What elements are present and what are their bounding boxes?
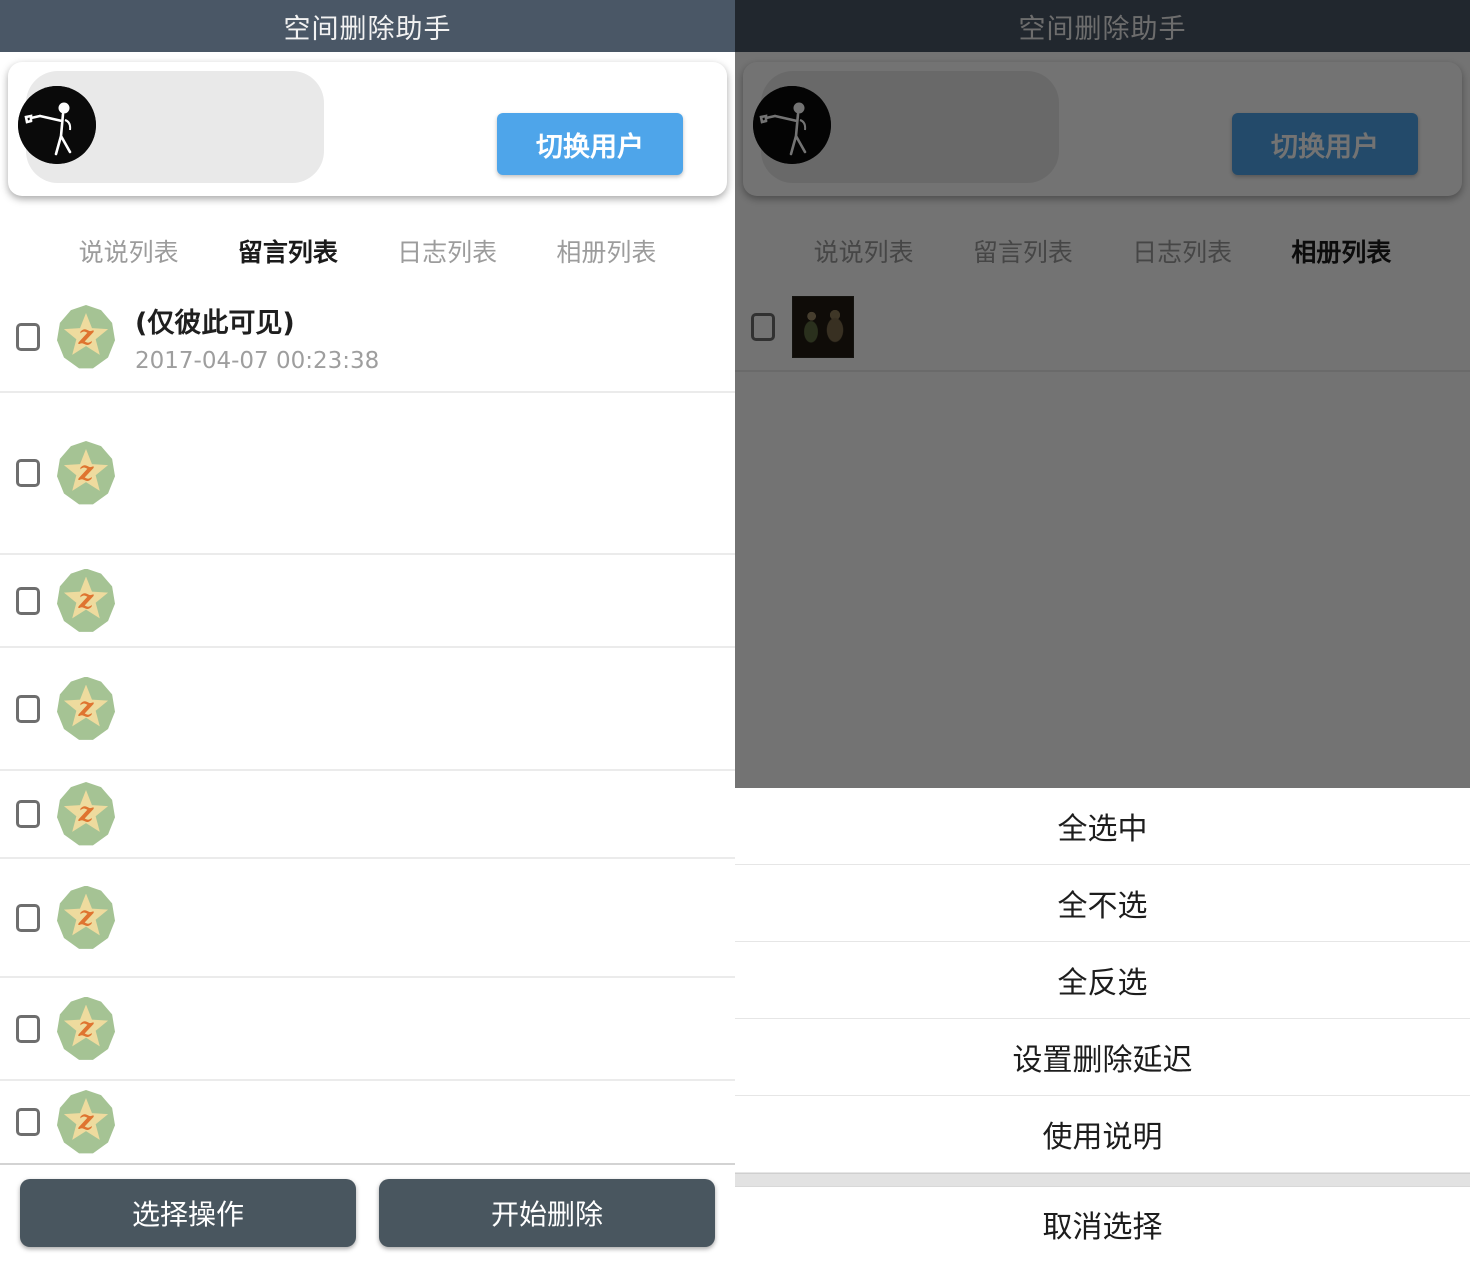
- badge-letter: z: [57, 321, 115, 351]
- item-checkbox[interactable]: [16, 323, 40, 351]
- tab-bar: 说说列表 留言列表 日志列表 相册列表: [0, 218, 735, 283]
- menu-item-set-delete-delay[interactable]: 设置删除延迟: [735, 1019, 1470, 1096]
- menu-item-cancel[interactable]: 取消选择: [735, 1187, 1470, 1261]
- list-item[interactable]: z: [0, 771, 735, 859]
- menu-item-invert-selection[interactable]: 全反选: [735, 942, 1470, 1019]
- list-item[interactable]: z: [0, 978, 735, 1081]
- bottom-action-bar: 选择操作 开始删除: [0, 1163, 735, 1261]
- list-item[interactable]: z: [0, 393, 735, 555]
- select-operation-button[interactable]: 选择操作: [20, 1179, 356, 1247]
- action-sheet: 全选中 全不选 全反选 设置删除延迟 使用说明 取消选择: [735, 788, 1470, 1261]
- dim-overlay[interactable]: [735, 0, 1470, 788]
- item-checkbox[interactable]: [16, 587, 40, 615]
- start-delete-button[interactable]: 开始删除: [379, 1179, 715, 1247]
- level-badge-icon: z: [57, 886, 115, 950]
- app-header: 空间删除助手: [0, 0, 735, 52]
- page-title: 空间删除助手: [284, 7, 452, 46]
- item-timestamp: 2017-04-07 00:23:38: [135, 348, 379, 374]
- user-avatar: [18, 86, 96, 164]
- list-item[interactable]: z: [0, 648, 735, 771]
- switch-user-button[interactable]: 切换用户: [497, 113, 683, 175]
- list-item[interactable]: z: [0, 555, 735, 648]
- list-item[interactable]: z: [0, 1081, 735, 1163]
- panel-right: 空间删除助手 切换用户 说说列表 留言列表 日志列表 相册列表: [735, 0, 1470, 1261]
- menu-item-select-all[interactable]: 全选中: [735, 788, 1470, 865]
- item-checkbox[interactable]: [16, 1015, 40, 1043]
- level-badge-icon: z: [57, 1090, 115, 1154]
- item-title: (仅彼此可见): [135, 301, 379, 340]
- list-item[interactable]: z (仅彼此可见) 2017-04-07 00:23:38: [0, 283, 735, 393]
- tab-journal-list[interactable]: 日志列表: [368, 233, 527, 269]
- screen: 空间删除助手 切换用户 说说列表 留言列表 日志列表 相册列表: [0, 0, 1470, 1261]
- level-badge-icon: z: [57, 305, 115, 369]
- item-checkbox[interactable]: [16, 459, 40, 487]
- menu-item-select-none[interactable]: 全不选: [735, 865, 1470, 942]
- level-badge-icon: z: [57, 441, 115, 505]
- avatar-figure-icon: [18, 86, 96, 164]
- tab-shuoshuo-list[interactable]: 说说列表: [49, 233, 208, 269]
- sheet-divider: [735, 1173, 1470, 1187]
- level-badge-icon: z: [57, 569, 115, 633]
- item-checkbox[interactable]: [16, 800, 40, 828]
- level-badge-icon: z: [57, 677, 115, 741]
- item-checkbox[interactable]: [16, 904, 40, 932]
- tab-album-list[interactable]: 相册列表: [527, 233, 686, 269]
- level-badge-icon: z: [57, 997, 115, 1061]
- level-badge-icon: z: [57, 782, 115, 846]
- list-item[interactable]: z: [0, 859, 735, 978]
- panel-left: 空间删除助手 切换用户 说说列表 留言列表 日志列表 相册列表: [0, 0, 735, 1261]
- tab-message-list[interactable]: 留言列表: [208, 233, 367, 269]
- menu-item-usage-instructions[interactable]: 使用说明: [735, 1096, 1470, 1173]
- item-checkbox[interactable]: [16, 695, 40, 723]
- item-checkbox[interactable]: [16, 1108, 40, 1136]
- item-text: (仅彼此可见) 2017-04-07 00:23:38: [135, 301, 379, 374]
- user-card: 切换用户: [8, 62, 727, 196]
- message-list: z (仅彼此可见) 2017-04-07 00:23:38 z z: [0, 283, 735, 1163]
